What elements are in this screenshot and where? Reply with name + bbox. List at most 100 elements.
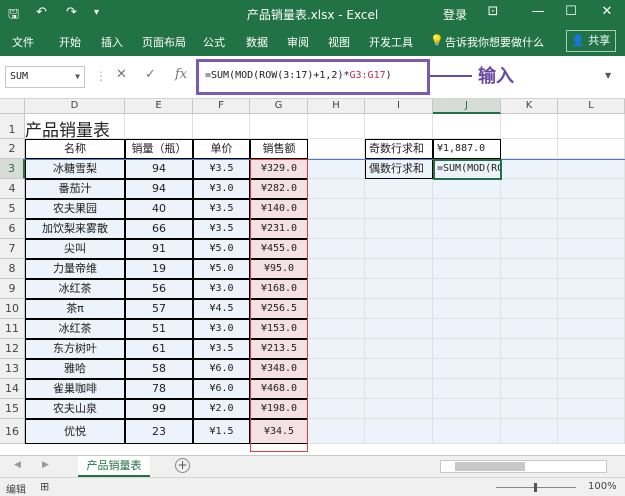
row-header[interactable]: 6 [0, 219, 25, 239]
column-header-h[interactable]: H [308, 99, 365, 114]
empty-cell[interactable] [501, 259, 558, 279]
table-cell-revenue[interactable]: ¥168.0 [250, 279, 308, 299]
enter-icon[interactable]: ✓ [145, 67, 156, 82]
empty-cell[interactable] [558, 199, 625, 219]
column-header-i[interactable]: I [365, 99, 433, 114]
empty-cell[interactable] [308, 339, 365, 359]
table-cell-name[interactable]: 尖叫 [25, 239, 125, 259]
empty-cell[interactable] [365, 179, 433, 199]
empty-cell[interactable] [365, 319, 433, 339]
table-cell-revenue[interactable]: ¥213.5 [250, 339, 308, 359]
table-cell-name[interactable]: 加饮梨来雾散 [25, 219, 125, 239]
table-cell-sales[interactable]: 66 [125, 219, 193, 239]
empty-cell[interactable] [433, 179, 501, 199]
empty-cell[interactable] [558, 259, 625, 279]
empty-cell[interactable] [433, 279, 501, 299]
empty-cell[interactable] [365, 219, 433, 239]
table-cell-sales[interactable]: 94 [125, 159, 193, 179]
table-cell-price[interactable]: ¥4.5 [193, 299, 250, 319]
empty-cell[interactable] [501, 114, 558, 139]
empty-cell[interactable] [365, 379, 433, 399]
plus-icon[interactable]: + [175, 458, 190, 473]
formula-input[interactable]: =SUM(MOD(ROW(3:17)+1,2)*G3:G17) [196, 59, 430, 95]
table-cell-revenue[interactable]: ¥329.0 [250, 159, 308, 179]
empty-cell[interactable] [433, 359, 501, 379]
empty-cell[interactable] [433, 319, 501, 339]
summary-label[interactable]: 偶数行求和 [365, 159, 433, 179]
row-header[interactable]: 12 [0, 339, 25, 359]
table-cell-revenue[interactable]: ¥153.0 [250, 319, 308, 339]
empty-cell[interactable] [501, 379, 558, 399]
worksheet-grid[interactable]: D E F G H I J K L 1 2 3 4 5 6 7 8 9 10 11 12 13 14 15 16 产品销量表 名称销… [0, 99, 625, 455]
empty-cell[interactable] [308, 399, 365, 419]
empty-cell[interactable] [308, 259, 365, 279]
empty-cell[interactable] [558, 114, 625, 139]
insert-function-icon[interactable]: fx [175, 67, 187, 82]
empty-cell[interactable] [558, 139, 625, 159]
scrollbar-thumb[interactable] [455, 462, 525, 471]
empty-cell[interactable] [308, 219, 365, 239]
summary-value[interactable]: ¥1,887.0 [433, 139, 501, 159]
empty-cell[interactable] [308, 239, 365, 259]
table-cell-sales[interactable]: 61 [125, 339, 193, 359]
empty-cell[interactable] [433, 299, 501, 319]
table-cell-price[interactable]: ¥5.0 [193, 239, 250, 259]
tab-view[interactable]: 视图 [328, 34, 350, 50]
row-header[interactable]: 14 [0, 379, 25, 399]
tab-review[interactable]: 审阅 [287, 34, 309, 50]
table-cell-name[interactable]: 冰红茶 [25, 319, 125, 339]
empty-cell[interactable] [365, 399, 433, 419]
table-cell-name[interactable]: 番茄汁 [25, 179, 125, 199]
table-cell-sales[interactable]: 78 [125, 379, 193, 399]
column-header-k[interactable]: K [501, 99, 558, 114]
table-cell-name[interactable]: 雀巢咖啡 [25, 379, 125, 399]
empty-cell[interactable] [193, 114, 250, 139]
table-cell-sales[interactable]: 56 [125, 279, 193, 299]
row-header[interactable]: 8 [0, 259, 25, 279]
scroll-left-icon[interactable]: ◀ [14, 460, 21, 470]
row-header[interactable]: 2 [0, 139, 25, 159]
table-cell-sales[interactable]: 19 [125, 259, 193, 279]
table-cell-revenue[interactable]: ¥282.0 [250, 179, 308, 199]
name-box[interactable]: SUM ▼ [5, 66, 85, 88]
empty-cell[interactable] [308, 279, 365, 299]
table-cell-price[interactable]: ¥3.0 [193, 279, 250, 299]
empty-cell[interactable] [433, 199, 501, 219]
tab-home[interactable]: 开始 [59, 34, 81, 50]
empty-cell[interactable] [433, 399, 501, 419]
table-cell-name[interactable]: 冰糖雪梨 [25, 159, 125, 179]
maximize-icon[interactable]: ☐ [560, 4, 582, 19]
column-header-j[interactable]: J [433, 99, 501, 114]
empty-cell[interactable] [308, 319, 365, 339]
empty-cell[interactable] [558, 419, 625, 444]
empty-cell[interactable] [308, 419, 365, 444]
empty-cell[interactable] [365, 279, 433, 299]
table-cell-revenue[interactable]: ¥140.0 [250, 199, 308, 219]
expand-formula-icon[interactable]: ▼ [605, 71, 611, 80]
table-header-cell[interactable]: 销量（瓶） [125, 139, 193, 159]
empty-cell[interactable] [558, 379, 625, 399]
row-header[interactable]: 15 [0, 399, 25, 419]
empty-cell[interactable] [433, 219, 501, 239]
minimize-icon[interactable]: — [527, 4, 549, 19]
empty-cell[interactable] [501, 159, 558, 179]
empty-cell[interactable] [501, 139, 558, 159]
empty-cell[interactable] [365, 199, 433, 219]
row-header[interactable]: 4 [0, 179, 25, 199]
horizontal-scrollbar[interactable] [440, 460, 607, 473]
table-cell-revenue[interactable]: ¥348.0 [250, 359, 308, 379]
empty-cell[interactable] [125, 114, 193, 139]
empty-cell[interactable] [501, 219, 558, 239]
table-cell-name[interactable]: 雅哈 [25, 359, 125, 379]
table-header-cell[interactable]: 销售额 [250, 139, 308, 159]
tell-me-box[interactable]: 告诉我你想要做什么 [445, 34, 544, 50]
empty-cell[interactable] [501, 319, 558, 339]
empty-cell[interactable] [433, 114, 501, 139]
table-cell-sales[interactable]: 40 [125, 199, 193, 219]
row-header[interactable]: 11 [0, 319, 25, 339]
empty-cell[interactable] [308, 139, 365, 159]
table-cell-price[interactable]: ¥2.0 [193, 399, 250, 419]
tab-data[interactable]: 数据 [246, 34, 268, 50]
sheet-tab-active[interactable]: 产品销量表 [78, 456, 150, 477]
table-cell-revenue[interactable]: ¥468.0 [250, 379, 308, 399]
